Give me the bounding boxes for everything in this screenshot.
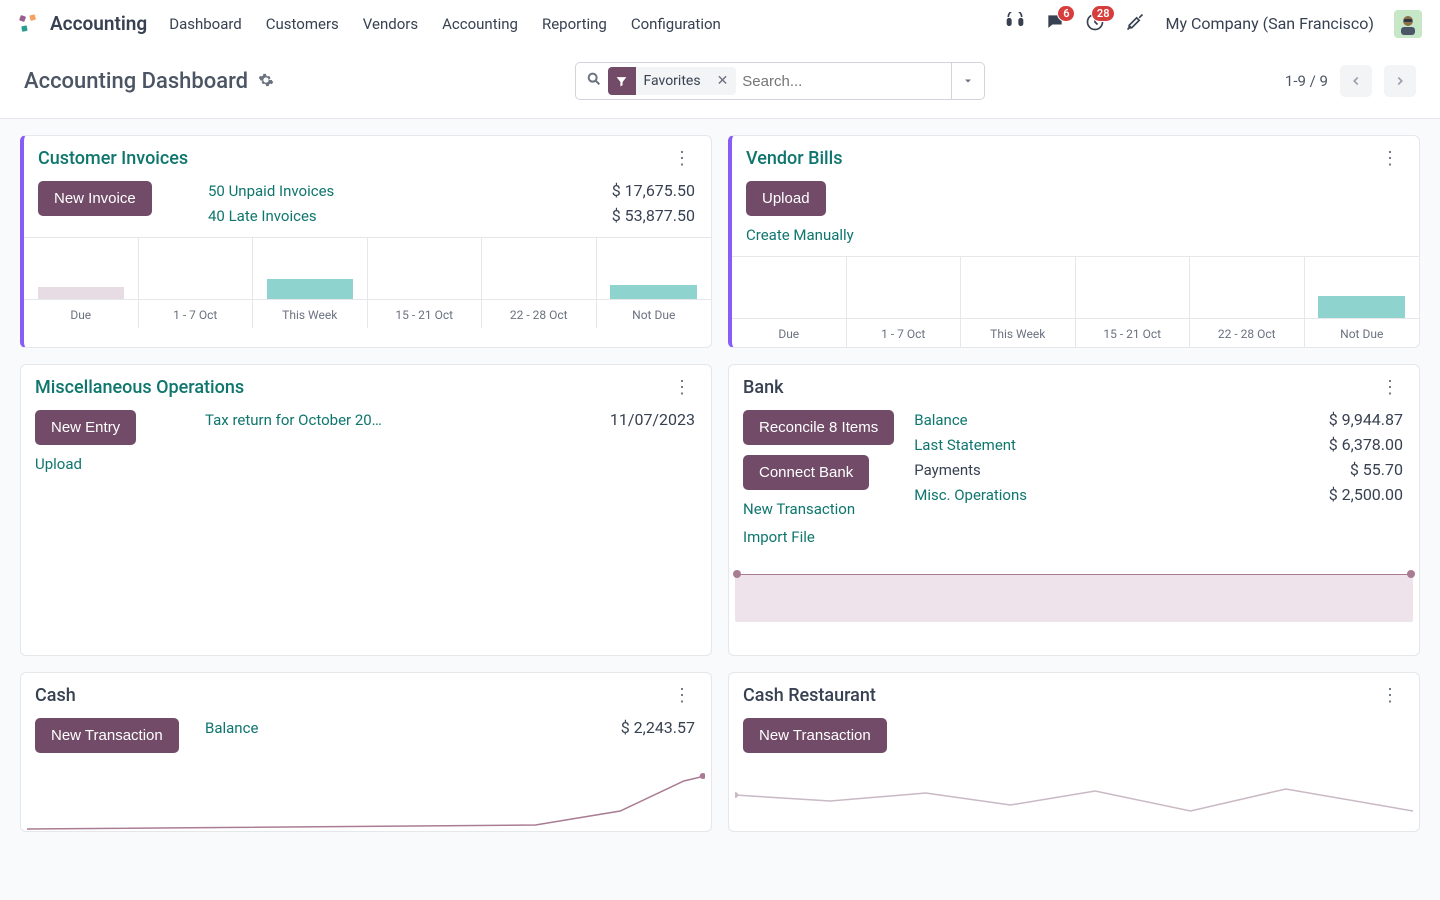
chart-label: 22 - 28 Oct — [510, 308, 568, 322]
chart-label: 15 - 21 Oct — [1103, 327, 1161, 341]
new-transaction-button[interactable]: New Transaction — [743, 718, 887, 753]
card-misc-operations: Miscellaneous Operations ⋮ New Entry Upl… — [20, 364, 712, 656]
cash-balance-link[interactable]: Balance — [205, 719, 258, 737]
bank-balance-chart — [733, 566, 1415, 622]
chart-label: 1 - 7 Oct — [881, 327, 925, 341]
card-title[interactable]: Cash — [35, 685, 76, 706]
bills-aging-chart: Due 1 - 7 Oct This Week 15 - 21 Oct 22 -… — [732, 256, 1419, 347]
bank-balance-link[interactable]: Balance — [914, 411, 967, 429]
card-title[interactable]: Bank — [743, 377, 783, 398]
kanban-board: Customer Invoices ⋮ New Invoice 50 Unpai… — [0, 119, 1440, 848]
import-file-link[interactable]: Import File — [743, 528, 815, 546]
control-panel: Accounting Dashboard Favorites ✕ 1-9 / 9 — [0, 48, 1440, 119]
connect-bank-button[interactable]: Connect Bank — [743, 455, 869, 490]
chart-label: Not Due — [1340, 327, 1383, 341]
card-cash: Cash ⋮ New Transaction Balance $ 2,243.5… — [20, 672, 712, 832]
upload-link[interactable]: Upload — [35, 455, 82, 473]
facet-label: Favorites — [636, 73, 709, 89]
late-invoices-amount: $ 53,877.50 — [612, 206, 695, 225]
nav-vendors[interactable]: Vendors — [363, 15, 418, 33]
tax-return-date: 11/07/2023 — [610, 410, 695, 429]
tax-return-link[interactable]: Tax return for October 20… — [205, 411, 382, 429]
bank-miscops-link[interactable]: Misc. Operations — [914, 486, 1027, 504]
bank-miscops-val: $ 2,500.00 — [1329, 485, 1403, 504]
main-nav: Dashboard Customers Vendors Accounting R… — [169, 15, 721, 33]
pager-next[interactable] — [1384, 65, 1416, 97]
bank-payments-val: $ 55.70 — [1350, 460, 1403, 479]
user-avatar[interactable] — [1394, 10, 1422, 38]
upload-bill-button[interactable]: Upload — [746, 181, 826, 216]
pager: 1-9 / 9 — [1285, 65, 1416, 97]
pager-text[interactable]: 1-9 / 9 — [1285, 72, 1328, 90]
late-invoices-link[interactable]: 40 Late Invoices — [208, 207, 317, 225]
unpaid-invoices-amount: $ 17,675.50 — [612, 181, 695, 200]
tools-icon[interactable] — [1125, 12, 1145, 36]
search-options-caret[interactable] — [951, 62, 985, 100]
bank-last-stmt-val: $ 6,378.00 — [1329, 435, 1403, 454]
card-bank: Bank ⋮ Reconcile 8 Items Connect Bank Ne… — [728, 364, 1420, 656]
search-icon — [586, 71, 602, 91]
nav-customers[interactable]: Customers — [266, 15, 339, 33]
new-invoice-button[interactable]: New Invoice — [38, 181, 152, 216]
new-transaction-link[interactable]: New Transaction — [743, 500, 855, 518]
cash-balance-val: $ 2,243.57 — [621, 718, 695, 737]
app-switcher[interactable]: Accounting — [18, 12, 147, 35]
card-title[interactable]: Miscellaneous Operations — [35, 377, 244, 398]
chart-label: Due — [778, 327, 799, 341]
facet-remove[interactable]: ✕ — [709, 73, 737, 89]
bank-balance-val: $ 9,944.87 — [1329, 410, 1403, 429]
new-transaction-button[interactable]: New Transaction — [35, 718, 179, 753]
search-facet-favorites: Favorites ✕ — [608, 67, 737, 95]
bank-payments-label: Payments — [914, 461, 981, 479]
breadcrumb: Accounting Dashboard — [24, 69, 274, 94]
settings-gear-icon[interactable] — [258, 69, 274, 94]
chart-label: This Week — [990, 327, 1045, 341]
card-customer-invoices: Customer Invoices ⋮ New Invoice 50 Unpai… — [20, 135, 712, 348]
topbar-tools: 6 28 My Company (San Francisco) — [1005, 10, 1422, 38]
card-menu-icon[interactable]: ⋮ — [1377, 148, 1403, 169]
unpaid-invoices-link[interactable]: 50 Unpaid Invoices — [208, 182, 334, 200]
card-vendor-bills: Vendor Bills ⋮ Upload Create Manually Du… — [728, 135, 1420, 348]
chat-icon[interactable]: 6 — [1045, 12, 1065, 36]
cash-balance-chart — [27, 771, 705, 831]
activity-icon[interactable]: 28 — [1085, 12, 1105, 36]
invoices-aging-chart: Due 1 - 7 Oct This Week 15 - 21 Oct 22 -… — [24, 237, 711, 328]
cash-restaurant-chart — [735, 771, 1413, 831]
search-box[interactable]: Favorites ✕ — [575, 62, 985, 100]
pager-prev[interactable] — [1340, 65, 1372, 97]
nav-configuration[interactable]: Configuration — [631, 15, 721, 33]
voip-icon[interactable] — [1005, 12, 1025, 36]
activity-badge: 28 — [1091, 5, 1116, 22]
reconcile-button[interactable]: Reconcile 8 Items — [743, 410, 894, 445]
card-menu-icon[interactable]: ⋮ — [1377, 377, 1403, 398]
chart-label: Due — [70, 308, 91, 322]
card-cash-restaurant: Cash Restaurant ⋮ New Transaction — [728, 672, 1420, 832]
card-title[interactable]: Cash Restaurant — [743, 685, 876, 706]
topbar: Accounting Dashboard Customers Vendors A… — [0, 0, 1440, 48]
card-menu-icon[interactable]: ⋮ — [669, 148, 695, 169]
chart-label: 22 - 28 Oct — [1218, 327, 1276, 341]
chart-label: 15 - 21 Oct — [395, 308, 453, 322]
chart-label: This Week — [282, 308, 337, 322]
create-manually-link[interactable]: Create Manually — [746, 226, 854, 244]
card-title[interactable]: Vendor Bills — [746, 148, 842, 169]
nav-accounting[interactable]: Accounting — [442, 15, 518, 33]
card-menu-icon[interactable]: ⋮ — [669, 377, 695, 398]
chat-badge: 6 — [1057, 5, 1075, 22]
company-switcher[interactable]: My Company (San Francisco) — [1165, 14, 1374, 33]
card-menu-icon[interactable]: ⋮ — [669, 685, 695, 706]
card-menu-icon[interactable]: ⋮ — [1377, 685, 1403, 706]
filter-icon — [608, 67, 636, 95]
app-name: Accounting — [50, 12, 147, 35]
page-title: Accounting Dashboard — [24, 69, 248, 94]
nav-reporting[interactable]: Reporting — [542, 15, 607, 33]
bank-last-stmt-link[interactable]: Last Statement — [914, 436, 1016, 454]
card-title[interactable]: Customer Invoices — [38, 148, 188, 169]
nav-dashboard[interactable]: Dashboard — [169, 15, 242, 33]
chart-label: Not Due — [632, 308, 675, 322]
search-input[interactable] — [742, 73, 944, 90]
chart-label: 1 - 7 Oct — [173, 308, 217, 322]
new-entry-button[interactable]: New Entry — [35, 410, 136, 445]
logo-icon — [18, 13, 40, 35]
